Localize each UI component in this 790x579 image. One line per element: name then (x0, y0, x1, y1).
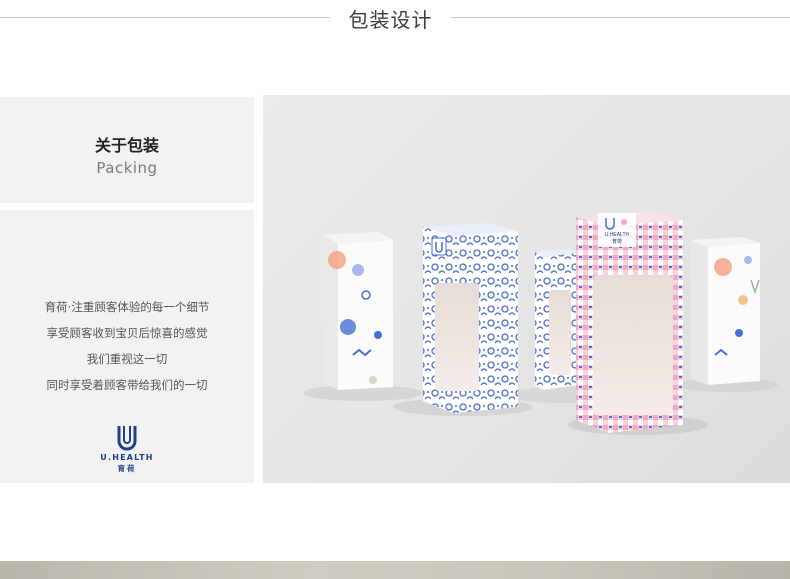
packaging-boxes-illustration: U.HEALTH 育荷 (303, 211, 778, 435)
box-brand-label: U.HEALTH (605, 232, 630, 238)
brand-name-cn: 育荷 (117, 464, 137, 473)
description-line: 我们重视这一切 (86, 352, 168, 366)
packaging-product-image: U.HEALTH 育荷 (263, 95, 790, 483)
about-title: 关于包装 (94, 136, 159, 155)
u-logo-icon (117, 426, 137, 451)
brand-name: U.HEALTH (100, 453, 154, 462)
header-divider-right (451, 17, 790, 18)
header-divider-left (0, 17, 330, 18)
description-line: 育荷·注重顾客体验的每一个细节 (44, 300, 210, 314)
about-panel: 关于包装 Packing (0, 97, 254, 203)
box-brand-label-cn: 育荷 (612, 238, 622, 245)
section-title: 包装设计 (348, 8, 433, 32)
about-subtitle: Packing (96, 159, 158, 177)
description-line: 享受顾客收到宝贝后惊喜的感觉 (46, 326, 208, 340)
next-section-banner (0, 561, 790, 579)
description-line: 同时享受着顾客带给我们的一切 (46, 378, 208, 392)
description-panel: 育荷·注重顾客体验的每一个细节 享受顾客收到宝贝后惊喜的感觉 我们重视这一切 同… (0, 210, 254, 483)
section-header: 包装设计 (0, 0, 790, 36)
brand-logo: U.HEALTH 育荷 (92, 424, 162, 474)
